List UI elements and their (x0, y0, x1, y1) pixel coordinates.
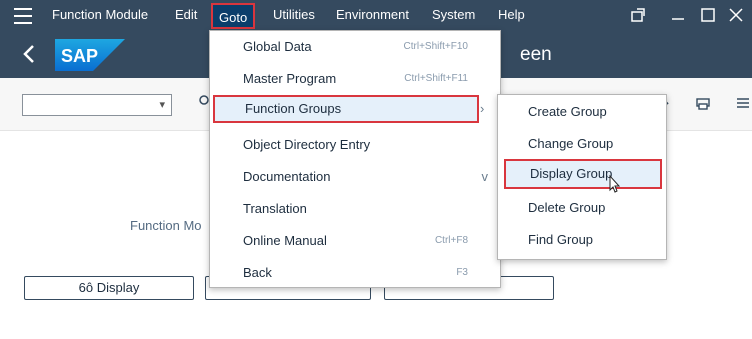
display-button[interactable]: 6ô Display (24, 276, 194, 300)
menu-item-back[interactable]: Back F3 (210, 259, 500, 287)
mouse-cursor-icon (609, 174, 621, 193)
menu-item-documentation[interactable]: Documentation v (210, 163, 500, 191)
maximize-icon[interactable] (698, 6, 718, 26)
menu-item-object-directory-entry[interactable]: Object Directory Entry (210, 131, 500, 159)
submenu-item-delete-group[interactable]: Delete Group (498, 193, 666, 223)
menu-edit[interactable]: Edit (175, 7, 197, 22)
page-title: een (520, 44, 552, 65)
menu-utilities[interactable]: Utilities (273, 7, 315, 22)
sap-logo: SAP (55, 39, 125, 71)
menu-environment[interactable]: Environment (336, 7, 409, 22)
print-icon[interactable] (694, 94, 712, 112)
function-module-label: Function Mo (130, 218, 202, 233)
submenu-item-find-group[interactable]: Find Group (498, 225, 666, 255)
function-groups-submenu: Create Group Change Group Display Group … (497, 94, 667, 260)
chevron-down-icon: ▾ (159, 99, 165, 111)
close-icon[interactable] (726, 6, 746, 26)
back-arrow-icon[interactable] (20, 42, 38, 72)
menu-function-module[interactable]: Function Module (52, 7, 148, 22)
menu-help[interactable]: Help (498, 7, 525, 22)
menu-item-global-data[interactable]: Global Data Ctrl+Shift+F10 (210, 33, 500, 61)
svg-text:SAP: SAP (61, 46, 98, 66)
menu-item-translation[interactable]: Translation (210, 195, 500, 223)
menu-item-master-program[interactable]: Master Program Ctrl+Shift+F11 (210, 65, 500, 93)
command-field[interactable]: ▾ (22, 94, 172, 116)
menu-item-online-manual[interactable]: Online Manual Ctrl+F8 (210, 227, 500, 255)
menu-item-function-groups[interactable]: Function Groups (213, 95, 479, 123)
glasses-icon: 6ô (78, 280, 97, 295)
menu-bar: Function Module Edit Goto Utilities Envi… (0, 0, 752, 32)
submenu-item-display-group[interactable]: Display Group (504, 159, 662, 189)
minimize-icon[interactable] (668, 6, 688, 26)
more-icon[interactable] (734, 94, 752, 112)
menu-goto[interactable]: Goto (211, 3, 256, 29)
chevron-down-icon: v (481, 169, 489, 184)
submenu-item-create-group[interactable]: Create Group (498, 97, 666, 127)
submenu-arrow-icon: › (480, 101, 485, 116)
goto-dropdown-menu: Global Data Ctrl+Shift+F10 Master Progra… (209, 30, 501, 288)
hamburger-menu-icon[interactable] (14, 8, 32, 24)
gui-actions-icon[interactable] (628, 6, 648, 26)
menu-system[interactable]: System (432, 7, 475, 22)
submenu-item-change-group[interactable]: Change Group (498, 129, 666, 159)
